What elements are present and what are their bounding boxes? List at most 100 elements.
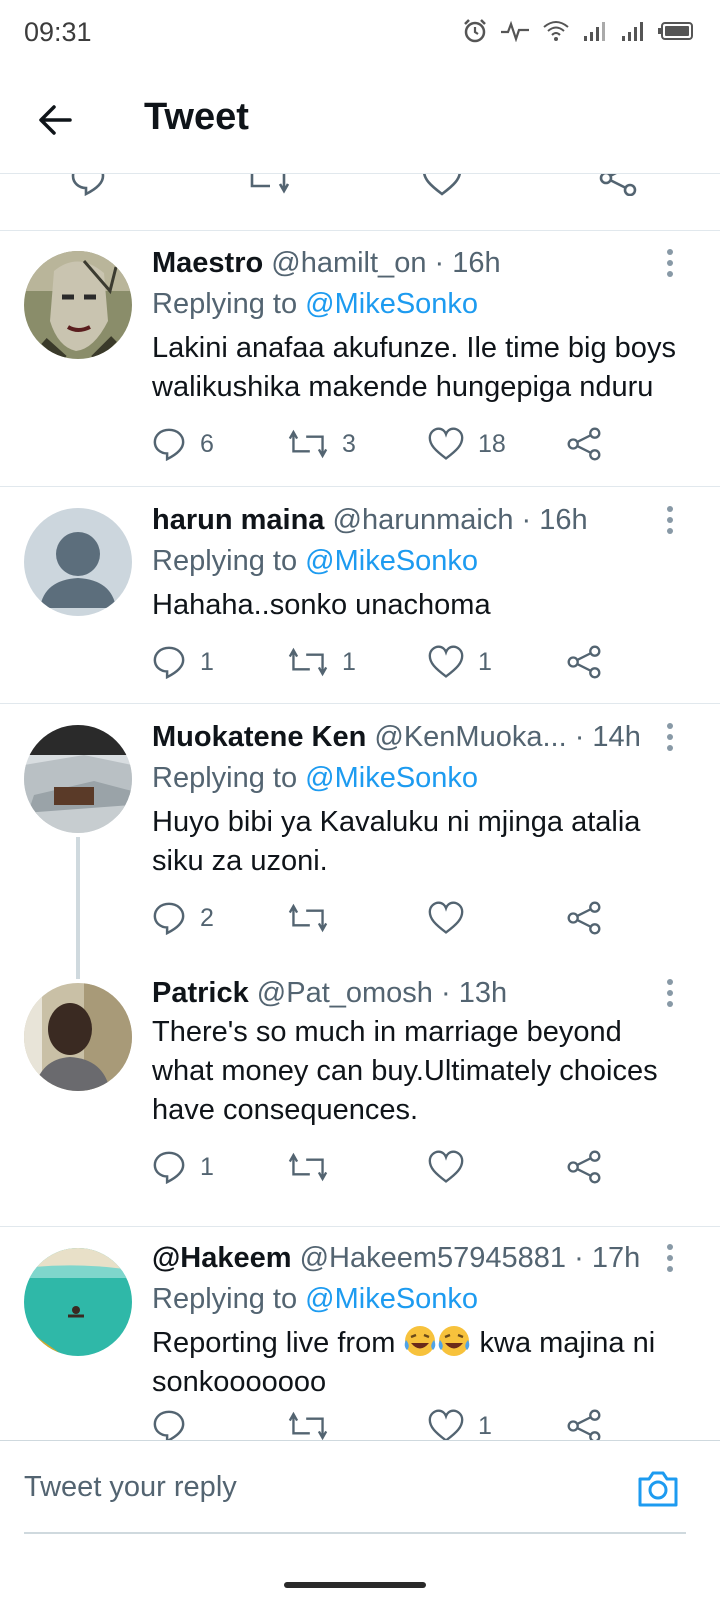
like-button[interactable] <box>428 898 478 938</box>
retweet-button[interactable] <box>288 1406 342 1440</box>
retweet-button[interactable]: 1 <box>288 642 356 682</box>
avatar[interactable] <box>24 725 132 833</box>
reply-composer <box>0 1440 720 1532</box>
mention-link[interactable]: @MikeSonko <box>305 288 478 320</box>
share-button[interactable] <box>566 1147 602 1187</box>
tweet-header: Maestro @hamilt_on · 16h <box>152 247 670 280</box>
mention-link[interactable]: @MikeSonko <box>305 1283 478 1315</box>
replying-to-label: Replying to <box>152 1283 298 1315</box>
activity-icon <box>501 20 529 42</box>
replying-to: Replying to @MikeSonko <box>152 545 478 578</box>
reply-tweet[interactable]: @Hakeem @Hakeem57945881 · 17h Replying t… <box>0 1228 720 1440</box>
reply-tweet[interactable]: harun maina @harunmaich · 16h Replying t… <box>0 488 720 704</box>
reply-input[interactable] <box>24 1471 584 1504</box>
user-name[interactable]: Muokatene Ken <box>152 721 366 753</box>
laughing-tears-emoji-icon <box>439 1326 470 1356</box>
tweet-text-line: have consequences. <box>152 1094 419 1126</box>
reply-count: 2 <box>200 903 214 932</box>
reply-button[interactable]: 1 <box>152 1147 214 1187</box>
retweet-button[interactable] <box>288 898 342 938</box>
user-handle[interactable]: @Pat_omosh <box>257 977 433 1009</box>
share-button[interactable] <box>566 424 602 464</box>
tweet-header: Patrick @Pat_omosh · 13h <box>152 977 670 1010</box>
tweet-text-line: siku za uzoni. <box>152 845 328 877</box>
user-handle[interactable]: @KenMuoka... <box>374 721 566 753</box>
more-vertical-icon[interactable] <box>658 246 682 280</box>
avatar[interactable] <box>24 1248 132 1356</box>
user-name[interactable]: Maestro <box>152 247 263 279</box>
more-vertical-icon[interactable] <box>658 976 682 1010</box>
share-icon <box>567 1150 601 1184</box>
tweet-text-line: Reporting live from kwa majina ni <box>152 1324 692 1363</box>
share-button[interactable] <box>566 1406 602 1440</box>
share-button[interactable] <box>566 898 602 938</box>
reply-icon[interactable] <box>70 174 106 196</box>
like-button[interactable]: 1 <box>428 1406 492 1440</box>
reply-icon <box>153 646 185 679</box>
tweet-text: Reporting live from kwa majina ni sonkoo… <box>152 1324 692 1402</box>
user-handle[interactable]: @harunmaich <box>333 504 514 536</box>
status-icons <box>462 18 694 44</box>
user-name[interactable]: Patrick <box>152 977 249 1009</box>
retweet-button[interactable] <box>288 1147 342 1187</box>
tweet-actions: 2 <box>152 898 622 938</box>
like-button[interactable]: 1 <box>428 642 492 682</box>
share-icon <box>567 645 601 679</box>
replying-to-label: Replying to <box>152 288 298 320</box>
camera-button[interactable] <box>636 1467 680 1509</box>
like-button[interactable]: 18 <box>428 424 506 464</box>
back-button[interactable] <box>34 98 78 142</box>
wifi-icon <box>543 21 569 41</box>
retweet-icon <box>288 1152 328 1182</box>
mention-link[interactable]: @MikeSonko <box>305 762 478 794</box>
reply-tweet[interactable]: Maestro @hamilt_on · 16h Replying to @Mi… <box>0 231 720 487</box>
status-time: 09:31 <box>24 17 92 47</box>
arrow-left-icon <box>39 105 72 135</box>
reply-tweet[interactable]: Muokatene Ken @KenMuoka... · 14h Replyin… <box>0 705 720 979</box>
retweet-button[interactable]: 3 <box>288 424 356 464</box>
tweet-text-line: sonkooooooo <box>152 1366 327 1398</box>
app-header: Tweet <box>0 66 720 174</box>
share-icon[interactable] <box>598 174 638 196</box>
reply-icon <box>153 1410 185 1440</box>
reply-button[interactable] <box>152 1406 200 1440</box>
reply-button[interactable]: 6 <box>152 424 214 464</box>
user-handle[interactable]: @Hakeem57945881 <box>300 1242 566 1274</box>
alarm-icon <box>464 19 486 43</box>
reply-button[interactable]: 1 <box>152 642 214 682</box>
reply-button[interactable]: 2 <box>152 898 214 938</box>
tweet-header: @Hakeem @Hakeem57945881 · 17h <box>152 1242 670 1275</box>
tweet-actions: 1 1 1 <box>152 642 622 682</box>
like-button[interactable] <box>428 1147 478 1187</box>
tweet-text-line: Lakini anafaa akufunze. Ile time big boy… <box>152 332 676 364</box>
more-vertical-icon[interactable] <box>658 503 682 537</box>
avatar[interactable] <box>24 251 132 359</box>
tweet-text-line: Huyo bibi ya Kavaluku ni mjinga atalia <box>152 806 641 838</box>
user-name[interactable]: @Hakeem <box>152 1242 292 1274</box>
tweet-text: Lakini anafaa akufunze. Ile time big boy… <box>152 329 692 407</box>
retweet-count: 3 <box>342 429 356 458</box>
like-icon <box>428 1409 464 1440</box>
mention-link[interactable]: @MikeSonko <box>305 545 478 577</box>
avatar[interactable] <box>24 508 132 616</box>
tweet-time: · 16h <box>521 504 588 536</box>
more-vertical-icon[interactable] <box>658 720 682 754</box>
signal-icon <box>584 22 605 41</box>
like-icon <box>428 645 464 678</box>
like-icon[interactable] <box>422 174 462 196</box>
share-button[interactable] <box>566 642 602 682</box>
retweet-icon[interactable] <box>246 174 290 196</box>
share-icon <box>567 901 601 935</box>
user-handle[interactable]: @hamilt_on <box>271 247 426 279</box>
user-name[interactable]: harun maina <box>152 504 324 536</box>
laughing-tears-emoji-icon <box>405 1326 436 1356</box>
thread-line <box>76 837 80 979</box>
home-gesture-bar[interactable] <box>284 1582 426 1588</box>
tweet-header: Muokatene Ken @KenMuoka... · 14h <box>152 721 670 754</box>
tweet-text: Hahaha..sonko unachoma <box>152 586 692 625</box>
avatar[interactable] <box>24 983 132 1091</box>
reply-icon <box>153 902 185 935</box>
composer-underline <box>24 1532 686 1534</box>
more-vertical-icon[interactable] <box>658 1241 682 1275</box>
reply-tweet[interactable]: Patrick @Pat_omosh · 13h There's so much… <box>0 963 720 1227</box>
